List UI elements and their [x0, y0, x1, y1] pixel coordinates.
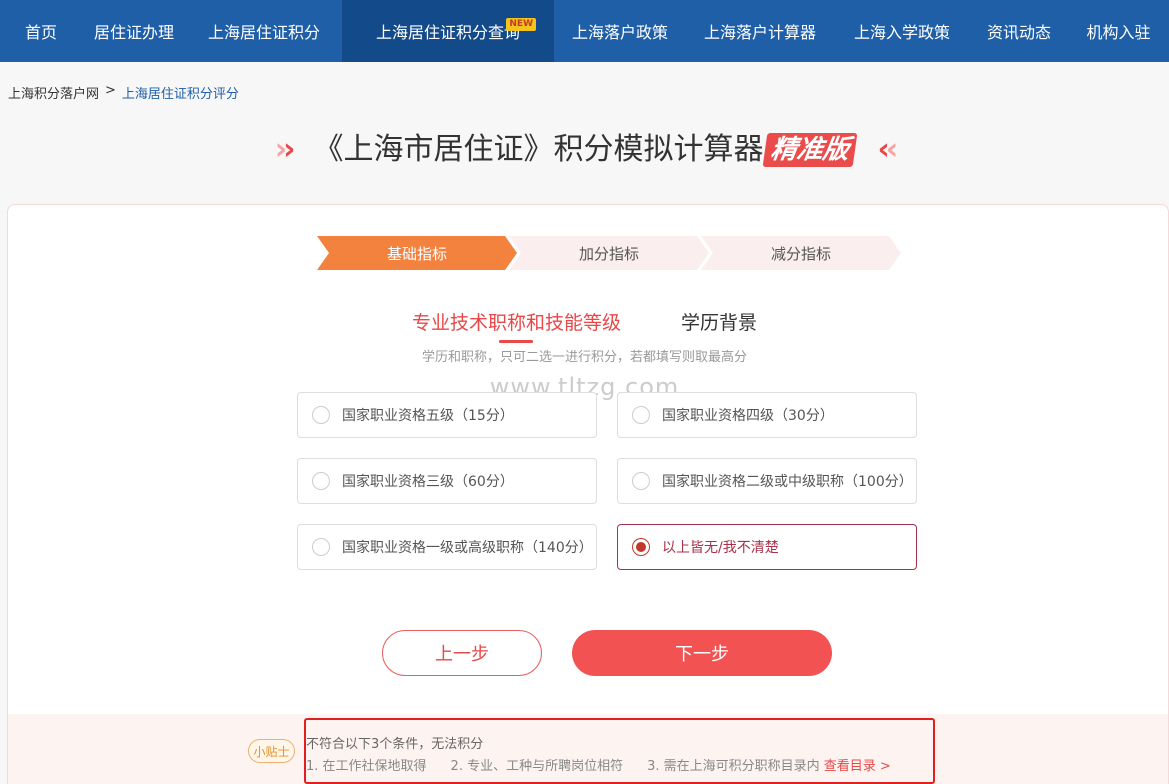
nav-item-points-query[interactable]: 上海居住证积分查询 NEW	[342, 0, 554, 62]
edition-badge: 精准版	[763, 133, 858, 167]
step-indicator: 基础指标 加分指标 减分指标	[317, 236, 901, 270]
nav-label: 上海居住证积分查询	[375, 23, 520, 42]
hint-text: 学历和职称，只可二选一进行积分，若都填写则取最高分	[421, 350, 747, 365]
tips-condition-2: 2. 专业、工种与所聘岗位相符	[450, 759, 624, 774]
nav-item-settlement-policy[interactable]: 上海落户政策	[554, 0, 686, 62]
option-level-1[interactable]: 国家职业资格一级或高级职称（140分）	[297, 524, 597, 570]
new-badge: NEW	[506, 18, 536, 31]
tips-conditions: 1. 在工作社保地取得 2. 专业、工种与所聘岗位相符 3. 需在上海可积分职称…	[306, 755, 891, 774]
option-none[interactable]: 以上皆无/我不清楚	[617, 524, 917, 570]
breadcrumb-current-link[interactable]: 上海居住证积分评分	[122, 83, 239, 102]
nav-item-residence-permit[interactable]: 居住证办理	[82, 0, 186, 62]
nav-item-permit-points[interactable]: 上海居住证积分	[186, 0, 342, 62]
right-arrows-icon: ››	[274, 132, 296, 167]
step-bonus-indicators[interactable]: 加分指标	[509, 236, 709, 270]
radio-icon[interactable]	[632, 472, 650, 490]
step-basic-indicators[interactable]: 基础指标	[317, 236, 517, 270]
nav-item-school-policy[interactable]: 上海入学政策	[834, 0, 970, 62]
nav-item-settlement-calculator[interactable]: 上海落户计算器	[686, 0, 834, 62]
tips-condition-1: 1. 在工作社保地取得	[306, 759, 427, 774]
option-label: 国家职业资格四级（30分）	[662, 408, 834, 424]
nav-label: 居住证办理	[93, 23, 174, 42]
nav-label: 首页	[24, 23, 57, 42]
tips-badge: 小贴士	[248, 739, 295, 763]
nav-item-home[interactable]: 首页	[0, 0, 82, 62]
nav-label: 上海入学政策	[853, 23, 950, 42]
breadcrumb: 上海积分落户网 > 上海居住证积分评分	[8, 83, 239, 102]
option-label: 国家职业资格一级或高级职称（140分）	[342, 540, 593, 556]
nav-label: 上海落户政策	[571, 23, 668, 42]
breadcrumb-separator: >	[105, 83, 116, 98]
next-step-button[interactable]: 下一步	[572, 630, 832, 676]
radio-icon[interactable]	[312, 472, 330, 490]
nav-item-institution-join[interactable]: 机构入驻	[1068, 0, 1169, 62]
prev-step-button[interactable]: 上一步	[382, 630, 542, 676]
step-deduction-indicators[interactable]: 减分指标	[701, 236, 901, 270]
option-label: 国家职业资格二级或中级职称（100分）	[662, 474, 913, 490]
top-nav: 首页 居住证办理 上海居住证积分 上海居住证积分查询 NEW 上海落户政策 上海…	[0, 0, 1169, 62]
tab-education[interactable]: 学历背景	[681, 308, 757, 343]
nav-label: 机构入驻	[1086, 23, 1151, 42]
nav-label: 上海居住证积分	[207, 23, 320, 42]
option-level-2[interactable]: 国家职业资格二级或中级职称（100分）	[617, 458, 917, 504]
option-label: 国家职业资格三级（60分）	[342, 474, 514, 490]
option-label: 以上皆无/我不清楚	[662, 540, 779, 556]
nav-item-news[interactable]: 资讯动态	[970, 0, 1068, 62]
page-title: 《上海市居住证》积分模拟计算器	[313, 132, 764, 167]
view-catalog-link[interactable]: 查看目录 >	[824, 759, 891, 774]
option-level-5[interactable]: 国家职业资格五级（15分）	[297, 392, 597, 438]
radio-selected-icon[interactable]	[632, 538, 650, 556]
tips-title: 不符合以下3个条件，无法积分	[306, 737, 484, 752]
nav-label: 上海落户计算器	[703, 23, 816, 42]
page-header: ›› 《上海市居住证》积分模拟计算器 精准版 ‹‹	[0, 128, 1169, 172]
sub-tabs: 专业技术职称和技能等级 学历背景	[0, 308, 1169, 343]
tab-professional-title[interactable]: 专业技术职称和技能等级	[412, 308, 621, 343]
option-label: 国家职业资格五级（15分）	[342, 408, 514, 424]
radio-icon[interactable]	[312, 406, 330, 424]
breadcrumb-home-link[interactable]: 上海积分落户网	[8, 83, 99, 102]
radio-icon[interactable]	[632, 406, 650, 424]
left-arrows-icon: ‹‹	[877, 132, 899, 167]
tips-condition-3-text: 3. 需在上海可积分职称目录内	[647, 759, 820, 774]
radio-icon[interactable]	[312, 538, 330, 556]
nav-label: 资讯动态	[986, 23, 1051, 42]
option-level-4[interactable]: 国家职业资格四级（30分）	[617, 392, 917, 438]
option-level-3[interactable]: 国家职业资格三级（60分）	[297, 458, 597, 504]
tips-condition-3: 3. 需在上海可积分职称目录内 查看目录 >	[647, 755, 891, 774]
